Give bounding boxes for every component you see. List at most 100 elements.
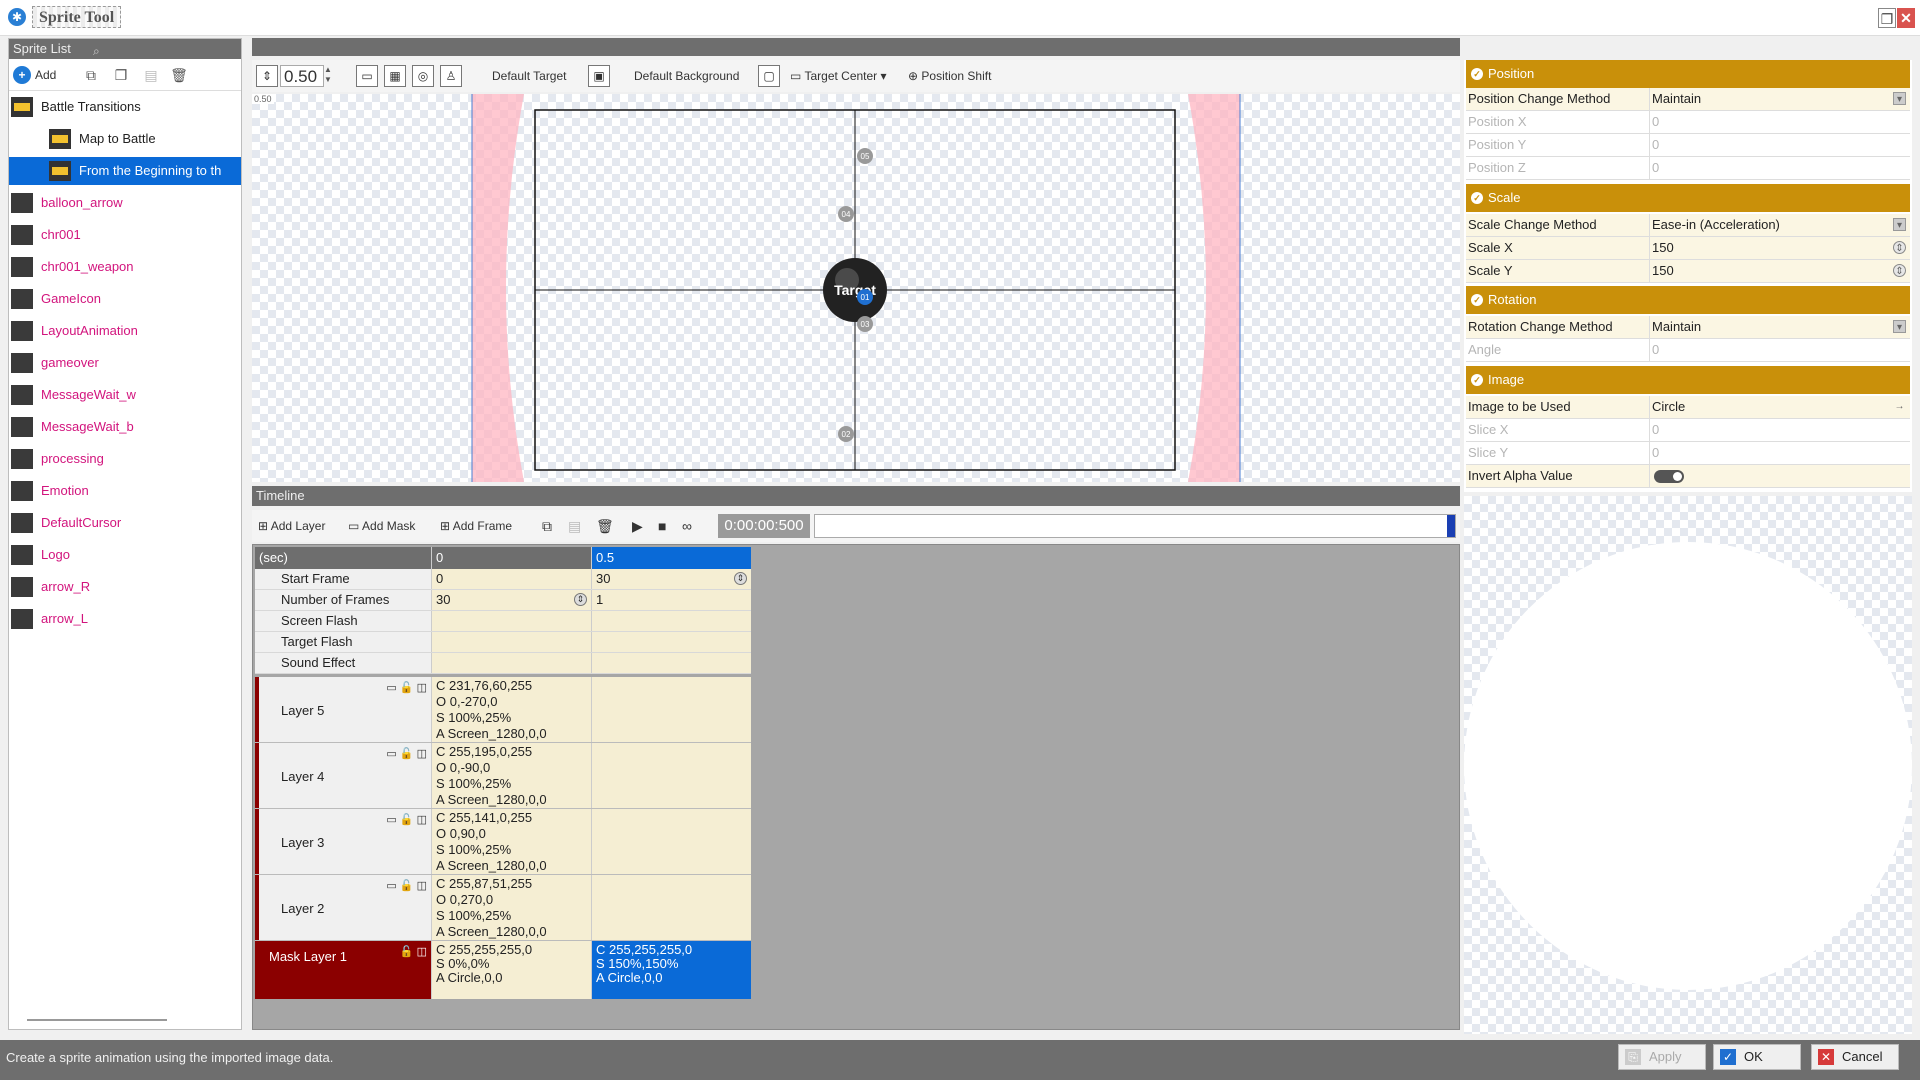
timeline-property-cell[interactable] — [431, 653, 591, 673]
apply-button[interactable]: ⎘ Apply — [1618, 1044, 1706, 1070]
sprite-list-item[interactable]: arrow_R — [9, 573, 241, 601]
default-background-button[interactable]: Default Background — [634, 65, 739, 87]
copy-frame-icon[interactable]: ⧉ — [542, 516, 552, 536]
layer-keyframe-1[interactable] — [591, 743, 751, 808]
sprite-list-item[interactable]: gameover — [9, 349, 241, 377]
mask-layer-row[interactable]: Mask Layer 1 🔓 ◫ C 255,255,255,0 S 0%,0%… — [255, 941, 751, 999]
sprite-list-item[interactable]: MessageWait_w — [9, 381, 241, 409]
rotation-method-value[interactable]: Maintain — [1652, 316, 1892, 338]
mask-toggle-icon[interactable]: ▭ — [386, 748, 396, 760]
layer-label-cell[interactable]: Layer 2 ▭ 🔓 ◫ — [255, 875, 431, 940]
layer-row[interactable]: Layer 5 ▭ 🔓 ◫ C 231,76,60,255 O 0,-270,0 S 1… — [255, 677, 751, 743]
add-frame-button[interactable]: ⊞ Add Frame — [440, 516, 512, 536]
timeline-property-cell[interactable] — [431, 632, 591, 652]
image-used-value[interactable]: Circle — [1652, 396, 1892, 418]
sprite-list-item[interactable]: MessageWait_b — [9, 413, 241, 441]
sprite-list-item[interactable]: GameIcon — [9, 285, 241, 313]
sprite-list-item[interactable]: chr001 — [9, 221, 241, 249]
sprite-list-item[interactable]: Map to Battle — [9, 125, 241, 153]
layer-keyframe-1[interactable] — [591, 875, 751, 940]
cancel-button[interactable]: ✕ Cancel — [1811, 1044, 1899, 1070]
invert-alpha-row[interactable]: Invert Alpha Value — [1466, 465, 1910, 488]
layer-row[interactable]: Layer 4 ▭ 🔓 ◫ C 255,195,0,255 O 0,-90,0 S 10… — [255, 743, 751, 809]
restore-window-button[interactable]: ❐ — [1878, 8, 1896, 28]
dropdown-icon[interactable]: ▾ — [1893, 218, 1906, 231]
mask-toggle-icon[interactable]: ▭ — [386, 814, 396, 826]
stepper-icon[interactable]: ⇕ — [734, 572, 747, 585]
time-slider[interactable] — [814, 514, 1456, 538]
sprite-list-item[interactable]: balloon_arrow — [9, 189, 241, 217]
image-icon[interactable]: ▣ — [588, 65, 610, 87]
position-section-header[interactable]: ✓ Position — [1466, 59, 1910, 88]
rotation-section-header[interactable]: ✓ Rotation — [1466, 285, 1910, 314]
dropdown-icon[interactable]: ▾ — [1893, 320, 1906, 333]
dropdown-icon[interactable]: ▾ — [1893, 92, 1906, 105]
stepper-icon[interactable]: ⇕ — [1893, 264, 1906, 277]
scale-x-value[interactable]: 150 — [1652, 237, 1892, 259]
image-used-row[interactable]: Image to be Used Circle → — [1466, 396, 1910, 419]
scale-method-row[interactable]: Scale Change Method Ease-in (Acceleration… — [1466, 214, 1910, 237]
keyframe-icon[interactable]: ◫ — [417, 946, 427, 958]
lock-icon[interactable]: 🔓 — [400, 748, 414, 760]
character-icon[interactable]: ♙ — [440, 65, 462, 87]
horizontal-scrollbar[interactable] — [27, 1019, 167, 1021]
layer-keyframe-0[interactable]: C 255,141,0,255 O 0,90,0 S 100%,25% A Scree… — [431, 809, 591, 874]
scale-y-row[interactable]: Scale Y 150 ⇕ — [1466, 260, 1910, 283]
layer-row[interactable]: Layer 2 ▭ 🔓 ◫ C 255,87,51,255 O 0,270,0 S 10… — [255, 875, 751, 941]
copy-icon[interactable]: ❐ — [111, 65, 131, 85]
background-icon[interactable]: ▢ — [758, 65, 780, 87]
keyframe-1-header[interactable]: 0.5 — [591, 547, 751, 569]
timeline-property-cell[interactable] — [431, 611, 591, 631]
stepper-icon[interactable]: ⇕ — [1893, 241, 1906, 254]
ok-button[interactable]: ✓ OK — [1713, 1044, 1801, 1070]
sprite-list-item[interactable]: Emotion — [9, 477, 241, 505]
layer-keyframe-1[interactable] — [591, 677, 751, 742]
time-slider-thumb[interactable] — [1447, 515, 1455, 537]
paste-icon[interactable]: ▤ — [141, 65, 161, 85]
sprite-list-item[interactable]: Logo — [9, 541, 241, 569]
sprite-list-item[interactable]: DefaultCursor — [9, 509, 241, 537]
delete-frame-icon[interactable]: 🗑 — [596, 516, 614, 536]
scale-section-header[interactable]: ✓ Scale — [1466, 183, 1910, 212]
zoom-input[interactable]: 0.50 — [280, 65, 324, 87]
layer-label-cell[interactable]: Layer 3 ▭ 🔓 ◫ — [255, 809, 431, 874]
delete-icon[interactable]: 🗑 — [169, 65, 189, 85]
keyframe-icon[interactable]: ◫ — [417, 814, 427, 826]
grid-icon[interactable]: ▦ — [384, 65, 406, 87]
lock-icon[interactable]: 🔓 — [400, 682, 414, 694]
default-target-button[interactable]: Default Target — [492, 65, 567, 87]
keyframe-icon[interactable]: ◫ — [417, 682, 427, 694]
lock-icon[interactable]: 🔓 — [400, 880, 414, 892]
sprite-list-item[interactable]: From the Beginning to th — [9, 157, 241, 185]
sprite-list-item[interactable]: chr001_weapon — [9, 253, 241, 281]
play-icon[interactable]: ▶ — [632, 516, 643, 536]
zoom-stepper[interactable]: ▲ ▼ — [324, 65, 336, 87]
lock-icon[interactable]: 🔓 — [400, 814, 414, 826]
mask-keyframe-0[interactable]: C 255,255,255,0 S 0%,0% A Circle,0,0 — [431, 941, 591, 999]
sprite-list-item[interactable]: arrow_L — [9, 605, 241, 633]
arrow-right-icon[interactable]: → — [1893, 400, 1906, 413]
paste-frame-icon[interactable]: ▤ — [568, 516, 581, 536]
keyframe-icon[interactable]: ◫ — [417, 748, 427, 760]
keyframe-0-header[interactable]: 0 — [431, 547, 591, 569]
position-shift-button[interactable]: ⊕ Position Shift — [908, 65, 991, 87]
stop-icon[interactable]: ■ — [658, 516, 666, 536]
position-method-row[interactable]: Position Change Method Maintain ▾ — [1466, 88, 1910, 111]
mask-toggle-icon[interactable]: ▭ — [386, 682, 396, 694]
timeline-property-cell[interactable]: 30 ⇕ — [431, 590, 591, 610]
timeline-property-cell[interactable] — [591, 653, 751, 673]
close-window-button[interactable]: ✕ — [1897, 8, 1915, 28]
layer-keyframe-0[interactable]: C 231,76,60,255 O 0,-270,0 S 100%,25% A Scr… — [431, 677, 591, 742]
frame-icon[interactable]: ▭ — [356, 65, 378, 87]
timeline-property-cell[interactable] — [591, 632, 751, 652]
scale-x-row[interactable]: Scale X 150 ⇕ — [1466, 237, 1910, 260]
target-center-dropdown[interactable]: ▭ Target Center ▾ — [790, 65, 887, 87]
safe-area-icon[interactable]: ◎ — [412, 65, 434, 87]
timeline-property-cell[interactable] — [591, 611, 751, 631]
layer-label-cell[interactable]: Layer 5 ▭ 🔓 ◫ — [255, 677, 431, 742]
scale-method-value[interactable]: Ease-in (Acceleration) — [1652, 214, 1892, 236]
search-icon[interactable]: ⌕ — [93, 41, 100, 61]
timeline-property-cell[interactable]: 30 ⇕ — [591, 569, 751, 589]
timeline-property-cell[interactable]: 0 — [431, 569, 591, 589]
mask-toggle-icon[interactable]: ▭ — [386, 880, 396, 892]
